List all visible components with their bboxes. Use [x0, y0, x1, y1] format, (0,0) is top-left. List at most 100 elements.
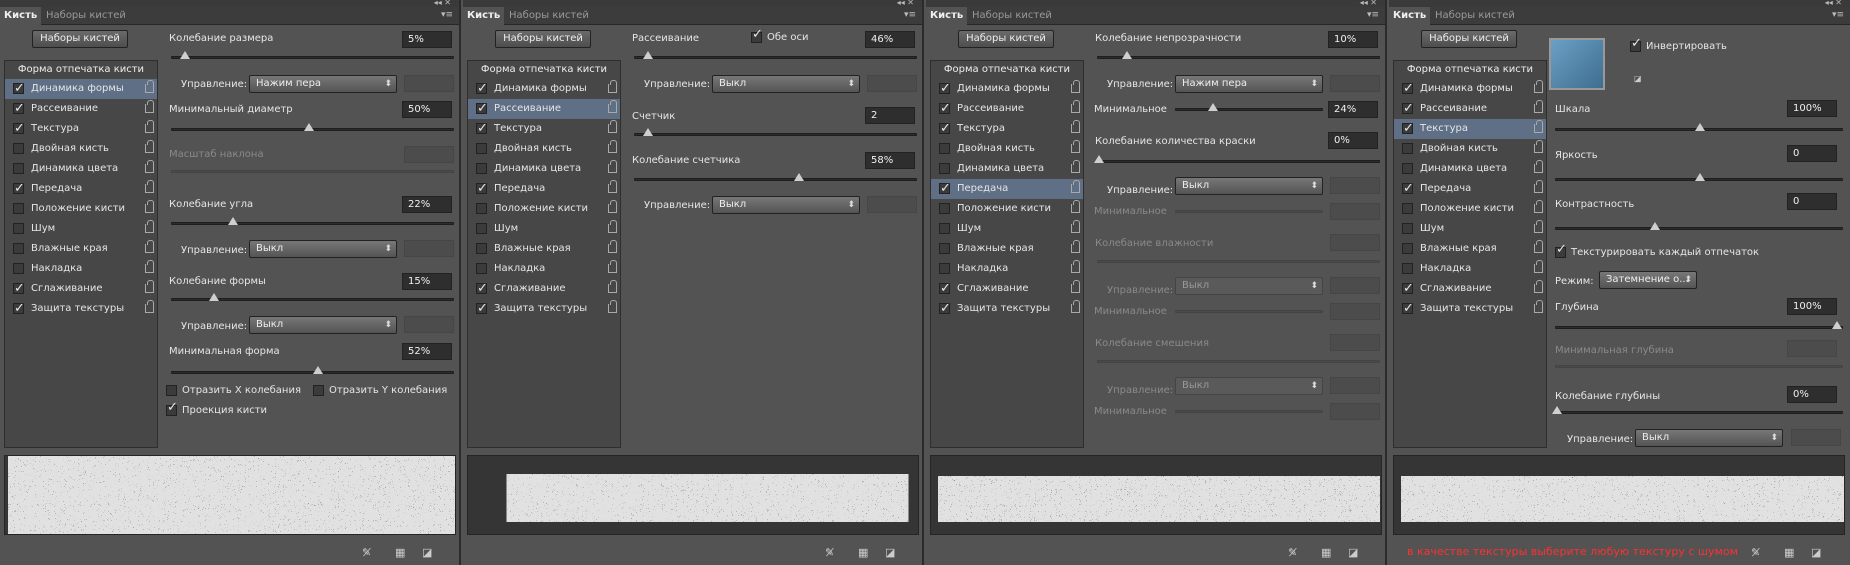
- lock-icon[interactable]: [608, 240, 617, 253]
- pattern-menu-icon[interactable]: ◪: [1634, 74, 1642, 83]
- slider-thumb[interactable]: [1650, 222, 1660, 230]
- sidebar-item[interactable]: Шум: [1394, 219, 1546, 239]
- flip-x-checkbox[interactable]: Отразить X колебания: [166, 384, 301, 400]
- roundness-jitter-value[interactable]: 15%: [402, 273, 452, 290]
- checkbox[interactable]: [939, 203, 950, 214]
- slider-thumb[interactable]: [313, 366, 323, 374]
- checkbox[interactable]: [939, 99, 951, 119]
- checkbox[interactable]: [939, 79, 951, 99]
- sidebar-item[interactable]: Динамика цвета: [5, 159, 157, 179]
- new-preset-icon[interactable]: ◪: [885, 546, 895, 559]
- sidebar-item[interactable]: Положение кисти: [931, 199, 1083, 219]
- slider-thumb[interactable]: [643, 128, 653, 136]
- minimum-slider[interactable]: [1175, 103, 1323, 111]
- lock-icon[interactable]: [1534, 80, 1543, 93]
- checkbox[interactable]: [1402, 99, 1414, 119]
- control-dropdown[interactable]: Выкл: [1175, 177, 1323, 195]
- checkbox[interactable]: [939, 223, 950, 234]
- sidebar-item[interactable]: Накладка: [5, 259, 157, 279]
- sidebar-item[interactable]: Динамика формы: [1394, 79, 1546, 99]
- opacity-jitter-value[interactable]: 10%: [1328, 31, 1378, 48]
- checkbox[interactable]: [166, 401, 178, 416]
- sidebar-item[interactable]: Сглаживание: [468, 279, 620, 299]
- texture-pattern-picker[interactable]: [1549, 38, 1605, 90]
- sidebar-item[interactable]: Сглаживание: [5, 279, 157, 299]
- contrast-slider[interactable]: [1555, 222, 1843, 230]
- sidebar-item[interactable]: Положение кисти: [5, 199, 157, 219]
- roundness-jitter-slider[interactable]: [171, 293, 454, 301]
- sidebar-item[interactable]: Двойная кисть: [931, 139, 1083, 159]
- sidebar-item[interactable]: Текстура: [1394, 119, 1546, 139]
- checkbox[interactable]: [13, 263, 24, 274]
- lock-icon[interactable]: [145, 80, 154, 93]
- checkbox[interactable]: [13, 299, 25, 319]
- depth-jitter-slider[interactable]: [1552, 406, 1843, 414]
- brush-toggle-icon[interactable]: ✎̸: [1751, 546, 1760, 559]
- depth-slider[interactable]: [1555, 321, 1843, 329]
- sidebar-item[interactable]: Сглаживание: [931, 279, 1083, 299]
- lock-icon[interactable]: [608, 280, 617, 293]
- control-dropdown[interactable]: Нажим пера: [1175, 75, 1323, 93]
- checkbox[interactable]: [751, 28, 763, 43]
- grid-icon[interactable]: ▦: [858, 546, 868, 559]
- checkbox[interactable]: [476, 99, 488, 119]
- brush-presets-button[interactable]: Наборы кистей: [32, 30, 128, 48]
- tab-brush-presets[interactable]: Наборы кистей: [42, 7, 130, 25]
- lock-icon[interactable]: [608, 300, 617, 313]
- scatter-value[interactable]: 46%: [865, 31, 915, 48]
- checkbox[interactable]: [939, 179, 951, 199]
- lock-icon[interactable]: [1071, 80, 1080, 93]
- lock-icon[interactable]: [1534, 220, 1543, 233]
- slider-thumb[interactable]: [794, 173, 804, 181]
- checkbox[interactable]: [13, 143, 24, 154]
- slider-thumb[interactable]: [304, 123, 314, 131]
- checkbox[interactable]: [939, 279, 951, 299]
- sidebar-item[interactable]: Текстура: [5, 119, 157, 139]
- collapse-icon[interactable]: ◂◂ ✕: [434, 0, 451, 7]
- sidebar-item[interactable]: Накладка: [1394, 259, 1546, 279]
- checkbox[interactable]: [1402, 299, 1414, 319]
- checkbox[interactable]: [476, 179, 488, 199]
- lock-icon[interactable]: [1071, 280, 1080, 293]
- checkbox[interactable]: [476, 203, 487, 214]
- checkbox[interactable]: [939, 163, 950, 174]
- scale-slider[interactable]: [1555, 123, 1843, 131]
- checkbox[interactable]: [13, 243, 24, 254]
- checkbox[interactable]: [476, 119, 488, 139]
- checkbox[interactable]: [939, 119, 951, 139]
- sidebar-item[interactable]: Рассеивание: [931, 99, 1083, 119]
- brightness-value[interactable]: 0: [1787, 145, 1837, 162]
- brush-toggle-icon[interactable]: ✎̸: [362, 546, 371, 559]
- checkbox[interactable]: [1555, 243, 1567, 258]
- checkbox[interactable]: [13, 223, 24, 234]
- checkbox[interactable]: [939, 143, 950, 154]
- min-diameter-slider[interactable]: [171, 123, 454, 131]
- checkbox[interactable]: [476, 223, 487, 234]
- lock-icon[interactable]: [1534, 140, 1543, 153]
- min-diameter-value[interactable]: 50%: [402, 101, 452, 118]
- lock-icon[interactable]: [1071, 120, 1080, 133]
- count-jitter-slider[interactable]: [634, 173, 917, 181]
- tab-brush-presets[interactable]: Наборы кистей: [505, 7, 593, 25]
- size-jitter-slider[interactable]: [171, 51, 454, 59]
- sidebar-item[interactable]: Шум: [468, 219, 620, 239]
- angle-jitter-slider[interactable]: [171, 217, 454, 225]
- sidebar-item[interactable]: Текстура: [468, 119, 620, 139]
- grid-icon[interactable]: ▦: [395, 546, 405, 559]
- brush-toggle-icon[interactable]: ✎̸: [825, 546, 834, 559]
- lock-icon[interactable]: [1534, 280, 1543, 293]
- lock-icon[interactable]: [145, 240, 154, 253]
- panel-menu-icon[interactable]: ▾≡: [1832, 10, 1844, 20]
- lock-icon[interactable]: [1534, 100, 1543, 113]
- sidebar-item[interactable]: Сглаживание: [1394, 279, 1546, 299]
- slider-thumb[interactable]: [1552, 406, 1562, 414]
- checkbox[interactable]: [166, 385, 177, 396]
- slider-thumb[interactable]: [180, 51, 190, 59]
- brush-presets-button[interactable]: Наборы кистей: [958, 30, 1054, 48]
- sidebar-item[interactable]: Шум: [931, 219, 1083, 239]
- checkbox[interactable]: [13, 279, 25, 299]
- angle-jitter-value[interactable]: 22%: [402, 196, 452, 213]
- checkbox[interactable]: [1402, 119, 1414, 139]
- slider-thumb[interactable]: [1832, 321, 1842, 329]
- control-dropdown[interactable]: Выкл: [712, 196, 860, 214]
